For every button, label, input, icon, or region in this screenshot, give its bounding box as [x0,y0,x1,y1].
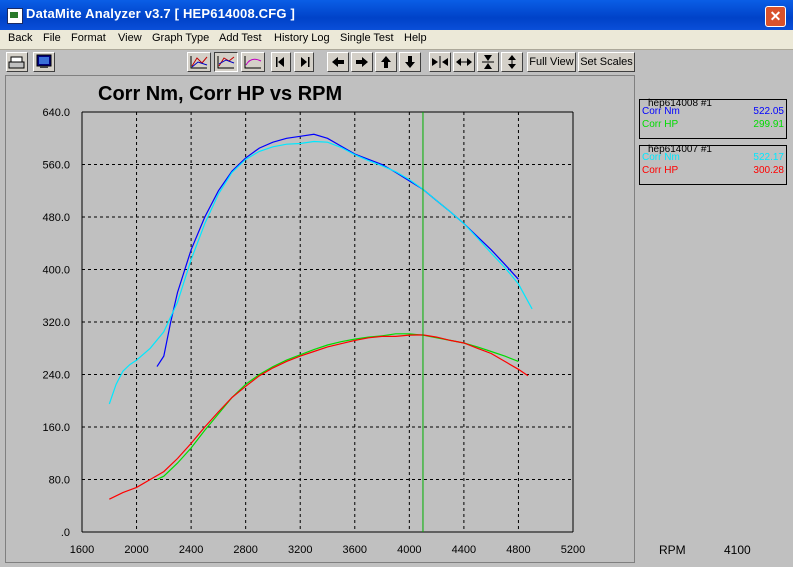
legend-row: Corr Nm 522.17 [642,152,784,164]
series-line-hp2 [109,334,529,500]
step-left-button[interactable] [271,52,291,72]
menu-back[interactable]: Back [8,32,32,44]
arrow-right-icon [356,57,368,67]
cursor-rpm-value: 4100 [724,543,751,557]
arrow-up-icon [381,56,391,68]
title-bar: DataMite Analyzer v3.7 [ HEP614008.CFG ]… [0,0,793,30]
arrow-left-icon [332,57,344,67]
x-tick-label: 3200 [288,544,312,556]
pan-down-button[interactable] [399,52,421,72]
graph-overlay-icon [217,56,235,69]
menu-add-test[interactable]: Add Test [219,32,262,44]
x-tick-label: 4800 [506,544,530,556]
step-right-button[interactable] [294,52,314,72]
monitor-icon [36,54,52,68]
menu-history-log[interactable]: History Log [274,32,330,44]
x-tick-label: 1600 [70,544,94,556]
series-lines [108,133,533,500]
compress-vertical-icon [482,55,494,69]
legend-series-name: Corr Nm [642,152,680,163]
y-axis-ticks: .0 80.0 160.0 240.0 320.0 400.0 480.0 560.0 640.… [42,107,70,539]
chart-title: Corr Nm, Corr HP vs RPM [98,83,342,105]
y-tick-label: 400.0 [42,265,70,277]
menu-bar: Back File Format View Graph Type Add Tes… [0,30,793,50]
legend-row: Corr HP 300.28 [642,165,784,177]
y-tick-label: 560.0 [42,160,70,172]
zoom-in-y-button[interactable] [477,52,499,72]
y-tick-label: 160.0 [42,422,70,434]
printer-icon [8,56,25,69]
y-tick-label: 640.0 [42,107,70,119]
compress-horizontal-icon [432,56,448,68]
legend-series-value: 522.17 [753,152,784,163]
menu-file[interactable]: File [43,32,61,44]
x-tick-label: 3600 [343,544,367,556]
legend-test-1: hep614008 #1 Corr Nm 522.05 Corr HP 299.… [639,98,787,139]
chart[interactable]: Corr Nm, Corr HP vs RPM .0 80.0 160.0 240.0… [6,76,634,562]
x-tick-label: 5200 [561,544,585,556]
zoom-in-x-button[interactable] [429,52,451,72]
menu-graph-type[interactable]: Graph Type [152,32,209,44]
graph-lines-icon [190,56,208,69]
y-tick-label: .0 [61,527,70,539]
window-title: DataMite Analyzer v3.7 [ HEP614008.CFG ] [26,6,296,21]
legend-series-value: 522.05 [753,106,784,117]
set-scales-button[interactable]: Set Scales [578,52,635,72]
legend-test-2: hep614007 #1 Corr Nm 522.17 Corr HP 300.… [639,144,787,185]
x-tick-label: 4400 [452,544,476,556]
x-tick-label: 2400 [179,544,203,556]
legend-series-value: 300.28 [753,165,784,176]
monitor-button[interactable] [33,52,55,72]
close-icon: ✕ [769,8,782,24]
zoom-out-y-button[interactable] [501,52,523,72]
graph-mode-3-button[interactable] [241,52,265,72]
legend-row: Corr Nm 522.05 [642,106,784,118]
legend-series-name: Corr Nm [642,106,680,117]
x-tick-label: 4000 [397,544,421,556]
graph-panel: Corr Nm, Corr HP vs RPM .0 80.0 160.0 240.0… [5,75,635,563]
expand-horizontal-icon [456,58,472,66]
zoom-out-x-button[interactable] [453,52,475,72]
graph-mode-1-button[interactable] [187,52,211,72]
app-icon [7,8,23,24]
legend-series-name: Corr HP [642,119,679,130]
menu-format[interactable]: Format [71,32,106,44]
expand-vertical-icon [508,55,516,69]
toolbar: Full View Set Scales [0,50,793,75]
x-tick-label: 2800 [233,544,257,556]
x-tick-label: 2000 [124,544,148,556]
close-button[interactable]: ✕ [765,6,786,27]
graph-curve-icon [244,56,262,69]
y-tick-label: 80.0 [49,475,70,487]
series-line-nm2 [108,140,533,405]
legend-series-value: 299.91 [753,119,784,130]
y-tick-label: 480.0 [42,212,70,224]
arrow-left-bar-icon [276,57,284,67]
pan-right-button[interactable] [351,52,373,72]
y-tick-label: 240.0 [42,370,70,382]
graph-mode-2-button[interactable] [214,52,238,72]
grid [81,111,574,533]
print-button[interactable] [6,52,28,72]
legend-row: Corr HP 299.91 [642,119,784,131]
legend-series-name: Corr HP [642,165,679,176]
full-view-button[interactable]: Full View [527,52,576,72]
y-tick-label: 320.0 [42,317,70,329]
pan-left-button[interactable] [327,52,349,72]
cursor-rpm-label: RPM [659,543,686,557]
menu-help[interactable]: Help [404,32,427,44]
pan-up-button[interactable] [375,52,397,72]
menu-single-test[interactable]: Single Test [340,32,394,44]
x-axis-ticks: 1600 2000 2400 2800 3200 3600 4000 4400 4800 5200 [70,544,585,556]
arrow-right-bar-icon [301,57,310,67]
arrow-down-icon [405,56,415,68]
menu-view[interactable]: View [118,32,142,44]
